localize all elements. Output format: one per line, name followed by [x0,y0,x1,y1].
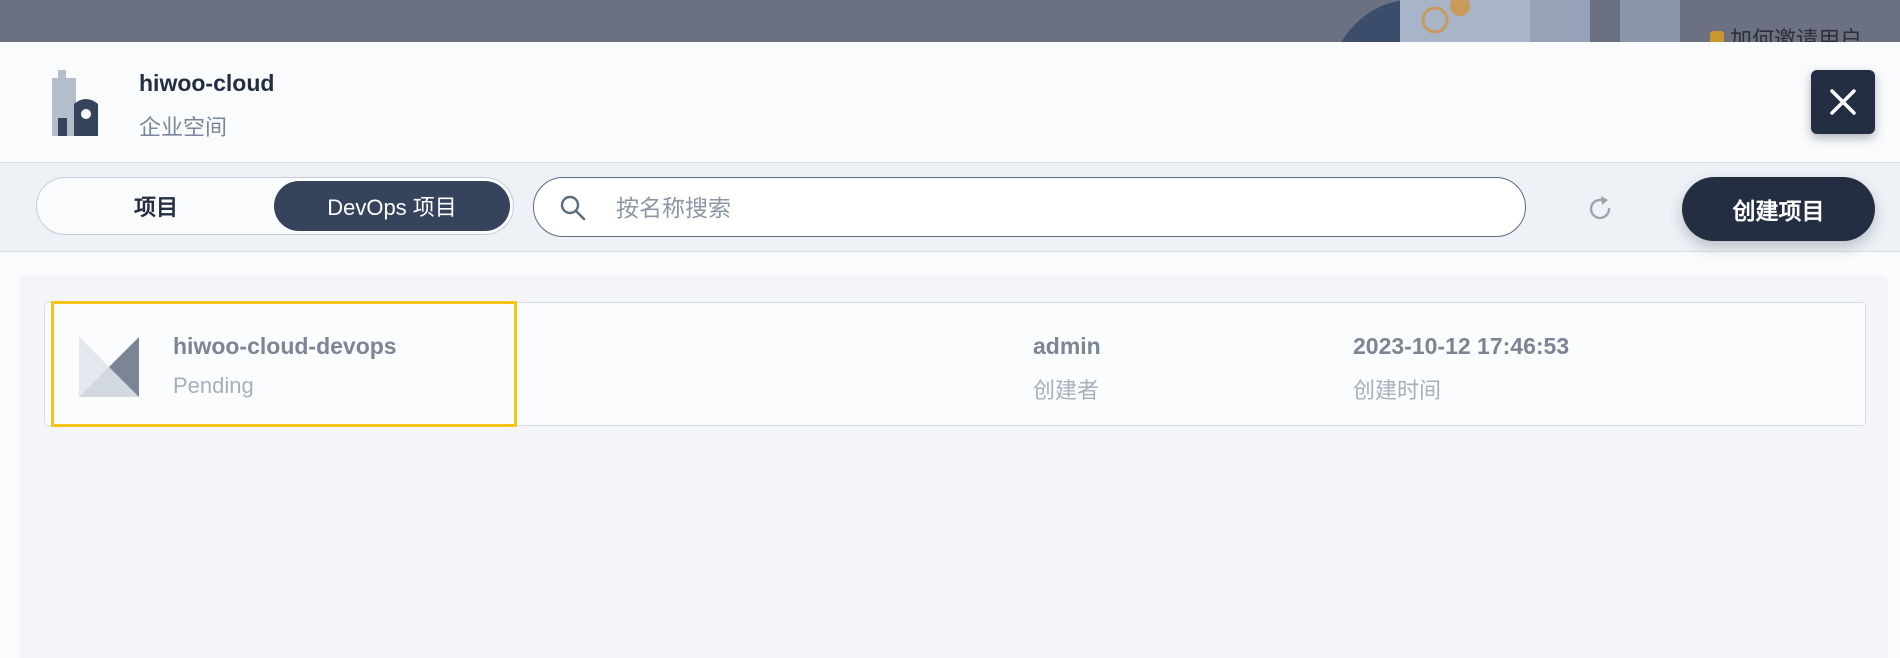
created-time-label: 创建时间 [1353,378,1442,403]
modal-header: hiwoo-cloud 企业空间 [0,42,1900,163]
project-row[interactable]: hiwoo-cloud-devops Pending admin 创建者 202… [44,301,1866,427]
creator-value: admin [1033,333,1101,359]
refresh-icon[interactable] [1584,193,1616,225]
project-list: hiwoo-cloud-devops Pending admin 创建者 202… [20,276,1888,658]
toolbar: 项目 DevOps 项目 创建项目 [0,163,1900,252]
search-box [533,177,1526,238]
backdrop-tip: 加何邀请用户 [1710,22,1862,44]
workspace-type-label: 企业空间 [139,115,228,140]
search-input[interactable] [614,178,1498,238]
project-status: Pending [173,373,254,398]
project-name[interactable]: hiwoo-cloud-devops [173,333,397,360]
devops-project-icon [79,337,139,397]
banner-illustration [1340,0,1680,44]
close-button[interactable] [1811,70,1875,134]
workspace-name: hiwoo-cloud [139,70,275,96]
creator-label: 创建者 [1033,378,1100,403]
search-icon [560,195,586,221]
created-time-value: 2023-10-12 17:46:53 [1353,333,1570,359]
project-type-tabs: 项目 DevOps 项目 [36,177,514,235]
workspace-modal: hiwoo-cloud 企业空间 项目 DevOps 项目 创建项目 [0,42,1900,658]
building-icon [52,70,98,136]
page-backdrop: 加何邀请用户 [0,0,1900,44]
tab-devops-projects[interactable]: DevOps 项目 [274,181,510,231]
close-icon [1830,89,1856,115]
tab-projects[interactable]: 项目 [40,181,272,231]
create-project-button[interactable]: 创建项目 [1682,177,1875,241]
